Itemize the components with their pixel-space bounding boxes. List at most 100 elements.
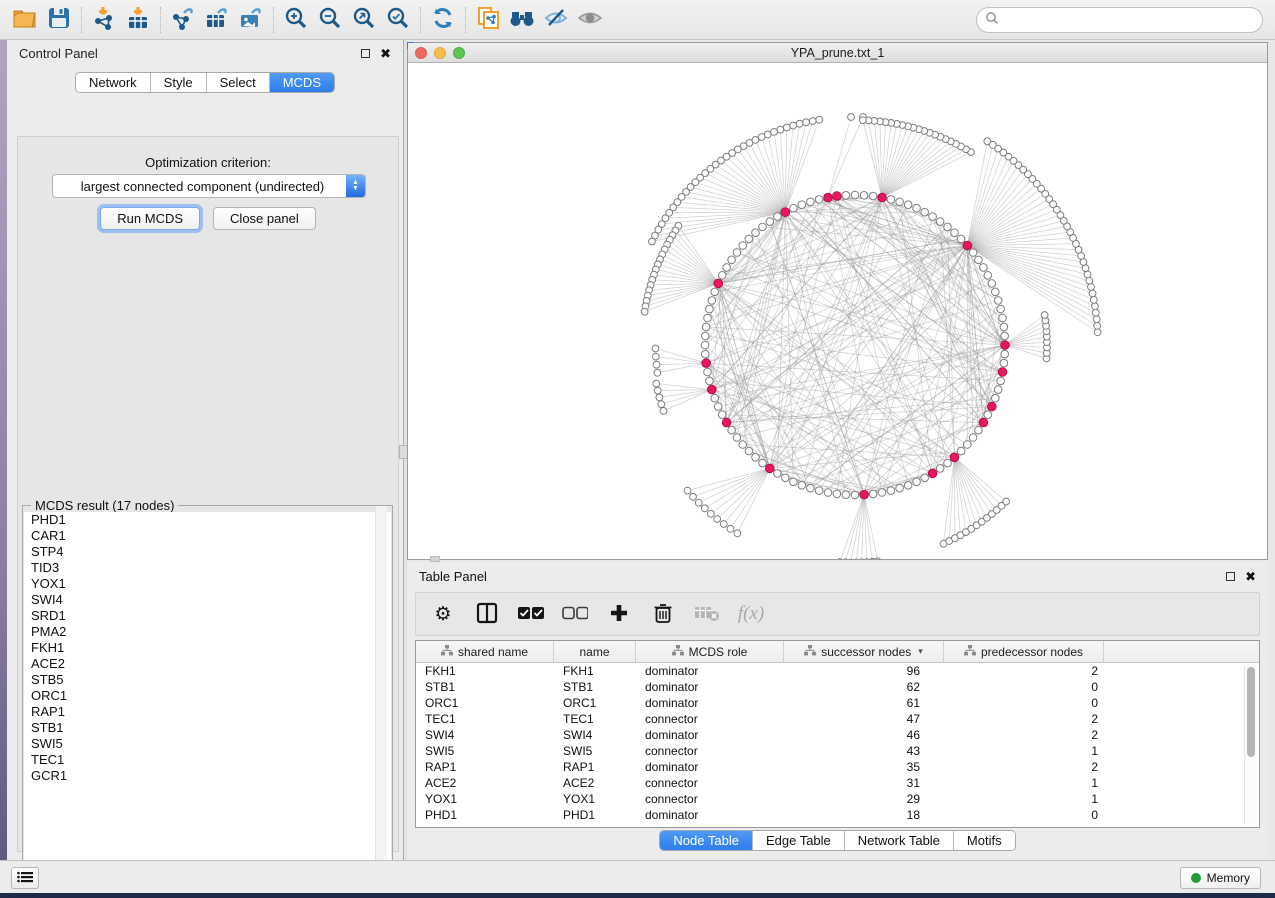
- column-header-shared-name[interactable]: shared name: [416, 641, 554, 662]
- close-panel-button[interactable]: Close panel: [213, 207, 316, 230]
- eye-slash-icon: [543, 5, 569, 34]
- duplicate-network-button[interactable]: [471, 4, 505, 36]
- tab-mcds[interactable]: MCDS: [269, 73, 334, 92]
- network-window-titlebar[interactable]: YPA_prune.txt_1: [408, 43, 1267, 63]
- mcds-result-item[interactable]: STB5: [24, 672, 391, 688]
- network-canvas[interactable]: [408, 63, 1267, 559]
- mcds-result-item[interactable]: TID3: [24, 560, 391, 576]
- table-tab-network-table[interactable]: Network Table: [844, 831, 953, 850]
- table-cell: connector: [636, 791, 784, 807]
- open-file-button[interactable]: [8, 4, 42, 36]
- ring-node: [969, 434, 977, 442]
- mcds-result-groupbox: MCDS result (17 nodes) PHD1CAR1STP4TID3Y…: [22, 505, 393, 877]
- mcds-result-item[interactable]: FKH1: [24, 640, 391, 656]
- table-tab-node-table[interactable]: Node Table: [660, 831, 752, 850]
- task-history-button[interactable]: [11, 867, 39, 889]
- export-network-button[interactable]: [166, 4, 200, 36]
- export-table-button[interactable]: [200, 4, 234, 36]
- table-cell: connector: [636, 743, 784, 759]
- table-options-button[interactable]: ⚙: [428, 598, 458, 630]
- add-column-button[interactable]: [604, 598, 634, 630]
- run-mcds-button[interactable]: Run MCDS: [100, 207, 200, 230]
- network-search-field[interactable]: [976, 7, 1263, 33]
- column-header-successor-nodes[interactable]: successor nodes▾: [784, 641, 944, 662]
- import-table-button[interactable]: [121, 4, 155, 36]
- float-table-panel-icon[interactable]: [1226, 572, 1235, 581]
- table-row[interactable]: RAP1RAP1dominator352: [416, 759, 1259, 775]
- table-row[interactable]: SWI4SWI4dominator462: [416, 727, 1259, 743]
- mcds-result-item[interactable]: CAR1: [24, 528, 391, 544]
- zoom-in-button[interactable]: [279, 4, 313, 36]
- tab-network[interactable]: Network: [76, 73, 150, 92]
- optimization-criterion-dropdown[interactable]: largest connected component (undirected)…: [52, 174, 366, 198]
- search-network-button[interactable]: [505, 4, 539, 36]
- table-row[interactable]: STB1STB1dominator620: [416, 679, 1259, 695]
- ring-node: [957, 235, 965, 243]
- ring-node: [957, 447, 965, 455]
- table-body[interactable]: FKH1FKH1dominator962STB1STB1dominator620…: [416, 663, 1259, 823]
- table-row[interactable]: ORC1ORC1dominator610: [416, 695, 1259, 711]
- select-all-button[interactable]: [516, 598, 546, 630]
- float-panel-icon[interactable]: [361, 49, 370, 58]
- close-table-panel-icon[interactable]: ✖: [1245, 570, 1256, 583]
- mcds-result-item[interactable]: RAP1: [24, 704, 391, 720]
- scrollbar-thumb[interactable]: [1247, 667, 1255, 757]
- mcds-list-scrollbar[interactable]: [375, 506, 387, 869]
- zoom-out-button[interactable]: [313, 4, 347, 36]
- column-header-predecessor-nodes[interactable]: predecessor nodes: [944, 641, 1104, 662]
- ring-node: [975, 256, 983, 264]
- network-window-title: YPA_prune.txt_1: [408, 46, 1267, 60]
- tab-style[interactable]: Style: [150, 73, 206, 92]
- mcds-result-list[interactable]: PHD1CAR1STP4TID3YOX1SWI4SRD1PMA2FKH1ACE2…: [24, 512, 391, 875]
- mcds-result-item[interactable]: GCR1: [24, 768, 391, 784]
- ring-node: [997, 305, 1005, 313]
- close-panel-icon[interactable]: ✖: [380, 47, 391, 60]
- gear-icon: ⚙: [434, 603, 451, 625]
- tab-select[interactable]: Select: [206, 73, 269, 92]
- mcds-result-item[interactable]: PMA2: [24, 624, 391, 640]
- table-row[interactable]: PHD1PHD1dominator180: [416, 807, 1259, 823]
- memory-button[interactable]: Memory: [1180, 867, 1261, 889]
- mcds-result-item[interactable]: SWI5: [24, 736, 391, 752]
- ring-node: [766, 218, 774, 226]
- ring-node: [774, 213, 782, 221]
- satellite-node: [1088, 284, 1095, 291]
- mcds-result-item[interactable]: TEC1: [24, 752, 391, 768]
- table-scrollbar[interactable]: [1244, 665, 1256, 825]
- refresh-layout-button[interactable]: [426, 4, 460, 36]
- table-row[interactable]: TEC1TEC1connector472: [416, 711, 1259, 727]
- table-tab-edge-table[interactable]: Edge Table: [752, 831, 844, 850]
- column-header-MCDS-role[interactable]: MCDS role: [636, 641, 784, 662]
- table-row[interactable]: ACE2ACE2connector311: [416, 775, 1259, 791]
- table-row[interactable]: FKH1FKH1dominator962: [416, 663, 1259, 679]
- mcds-result-item[interactable]: SWI4: [24, 592, 391, 608]
- export-image-button[interactable]: [234, 4, 268, 36]
- mcds-result-item[interactable]: PHD1: [24, 512, 391, 528]
- mcds-result-item[interactable]: STB1: [24, 720, 391, 736]
- table-tab-motifs[interactable]: Motifs: [953, 831, 1015, 850]
- table-cell: PHD1: [554, 807, 636, 823]
- column-header-name[interactable]: name: [554, 641, 636, 662]
- deselect-all-button[interactable]: [560, 598, 590, 630]
- satellite-node: [654, 387, 661, 394]
- zoom-selected-button[interactable]: [381, 4, 415, 36]
- mcds-result-item[interactable]: SRD1: [24, 608, 391, 624]
- ring-node: [798, 201, 806, 209]
- table-cell-filler: [1104, 663, 1259, 679]
- show-columns-button[interactable]: [472, 598, 502, 630]
- delete-column-button[interactable]: [648, 598, 678, 630]
- zoom-fit-button[interactable]: [347, 4, 381, 36]
- search-input[interactable]: [1004, 13, 1254, 27]
- table-row[interactable]: SWI5SWI5connector431: [416, 743, 1259, 759]
- hide-selected-button[interactable]: [539, 4, 573, 36]
- import-network-button[interactable]: [87, 4, 121, 36]
- ring-node: [745, 447, 753, 455]
- show-hidden-button[interactable]: [573, 4, 607, 36]
- mcds-result-item[interactable]: ACE2: [24, 656, 391, 672]
- table-row[interactable]: YOX1YOX1connector291: [416, 791, 1259, 807]
- table-cell-filler: [1104, 791, 1259, 807]
- mcds-result-item[interactable]: ORC1: [24, 688, 391, 704]
- mcds-result-item[interactable]: YOX1: [24, 576, 391, 592]
- save-session-button[interactable]: [42, 4, 76, 36]
- mcds-result-item[interactable]: STP4: [24, 544, 391, 560]
